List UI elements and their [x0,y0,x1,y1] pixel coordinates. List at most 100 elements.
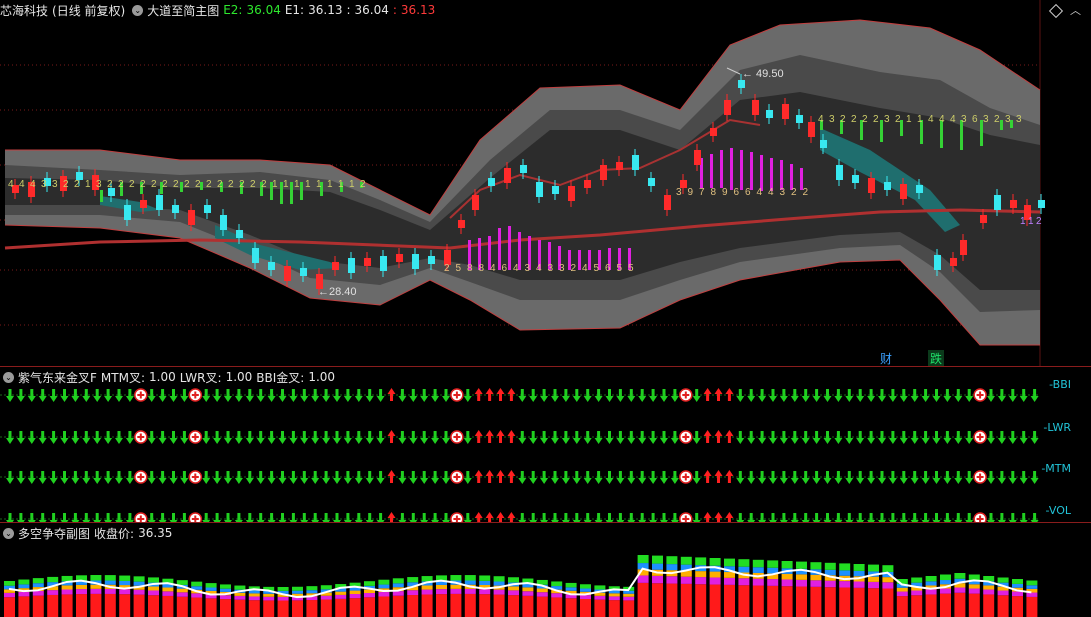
stacked-bar-segment [220,584,231,589]
count-label: 7 [699,187,705,198]
candle-body [172,205,179,213]
down-arrow-icon [333,431,341,444]
stacked-bar-segment [90,575,102,581]
stacked-bar-segment [162,591,174,596]
e2-value: 36.04 [246,3,281,17]
stacked-bar-segment [162,595,174,617]
count-label: 2 [184,179,190,190]
count-label: 3 [41,179,47,190]
stacked-bar-segment [666,583,678,617]
stacked-bar-segment [868,588,879,617]
stacked-bar-segment [724,577,735,585]
stacked-bar-segment [853,564,865,571]
chevron-down-icon[interactable]: ⌄ [3,371,14,383]
count-label: 3 [525,263,531,274]
sub-chart-panel[interactable]: ⌄ 多空争夺副图 收盘价: 36.35 [0,522,1091,617]
main-chart-panel[interactable]: 4443322132222222222222221111111123978966… [0,0,1091,366]
lwr-label: LWR叉: [179,370,222,385]
count-label: 1 [316,179,322,190]
chevron-down-icon[interactable]: ⌄ [3,527,14,539]
stacked-bar-segment [479,589,491,595]
stacked-bar-segment [119,589,131,595]
down-arrow-icon [213,471,222,484]
stacked-bar-segment [839,563,851,571]
stacked-bar-segment [392,595,404,617]
count-label: 2 [107,179,113,190]
stacked-bar-segment [162,587,174,592]
stacked-bar-segment [666,556,678,565]
stacked-bar-segment [104,575,116,581]
stacked-bar-segment [234,595,246,600]
count-label: 4 [536,263,542,274]
stacked-bar-segment [364,597,375,617]
stacked-bar-segment [1012,591,1023,597]
count-label: 3 [983,114,989,125]
count-label: 2 [994,114,1000,125]
indicator-name[interactable]: 大道至简主图 [147,2,219,19]
signal-title[interactable]: 紫气东来金叉F [18,369,97,386]
stacked-bar-segment [781,586,793,617]
finance-badge[interactable]: 财 [878,350,894,366]
candle-body [616,162,623,170]
stacked-bar-segment [954,592,966,617]
histogram-bar [1000,120,1003,130]
stacked-bar-segment [536,588,548,593]
candle-body [140,200,147,208]
count-label: 2 [195,179,201,190]
collapse-chevron-icon[interactable]: ︿ [1070,2,1081,18]
stacked-bar-segment [508,577,519,583]
drop-badge[interactable]: 跌 [928,350,945,366]
stacked-bar-segment [608,596,620,601]
candle-body [950,258,957,266]
stacked-bar-segment [551,597,563,617]
candle-body [488,178,495,186]
main-chart-canvas[interactable]: 4 4 4 3 3 2 2 1 3 2 2 2 2 2 2 2 2 2 2 2 2 2 2 2 1 1 1 1 1 1 1 1 23 9 7 8 9 6 6… [0,0,1091,366]
count-label: 5 [617,263,623,274]
stacked-bar-segment [479,575,491,581]
stacked-bar-segment [47,594,59,617]
histogram-bar [710,154,713,188]
stacked-bar-segment [464,580,476,585]
stacked-bar-segment [263,600,275,617]
stacked-bar-segment [983,594,995,617]
stacked-bar-segment [4,597,15,617]
stacked-bar-segment [47,576,59,583]
sub-title[interactable]: 多空争夺副图 [18,525,90,542]
stacked-bar-segment [18,596,30,617]
stacked-bar-segment [954,587,966,593]
count-label: 2 [206,179,212,190]
stacked-bar-segment [4,581,15,586]
stacked-bar-segment [1012,583,1023,588]
signal-canvas[interactable] [0,367,1091,523]
stock-name[interactable]: 芯海科技 [0,2,48,19]
chevron-down-icon[interactable]: ⌄ [132,4,144,16]
count-label: 3 [548,263,554,274]
stacked-bar-segment [767,585,779,617]
stacked-bar-segment [536,596,548,617]
stacked-bar-segment [738,566,750,573]
candle-body [472,195,479,210]
candle-body [458,220,465,228]
signal-panel[interactable]: ⌄ 紫气东来金叉F MTM叉: 1.00 LWR叉: 1.00 BBI金叉: 1… [0,366,1091,523]
period-label[interactable]: (日线 前复权) [52,2,125,19]
count-label: 2 [74,179,80,190]
stacked-bar-segment [781,561,793,569]
stacked-bar-segment [61,589,73,595]
stacked-bar-segment [263,593,275,597]
stacked-bar-segment [623,593,635,597]
stacked-bar-segment [695,557,707,566]
stacked-bar-segment [522,595,534,617]
stacked-bar-segment [1012,596,1023,617]
stacked-bar-segment [104,588,116,594]
stacked-bar-segment [392,583,404,588]
stacked-bar-segment [911,577,923,583]
stacked-bar-segment [90,588,102,594]
stacked-bar-segment [306,586,318,591]
count-label: 1 [338,179,344,190]
count-label: 2 [261,179,267,190]
candle-body [236,230,243,238]
count-label: 2 [129,179,135,190]
stacked-bar-segment [551,581,563,587]
count-label: 4 [950,114,956,125]
stacked-bar-segment [349,590,361,595]
